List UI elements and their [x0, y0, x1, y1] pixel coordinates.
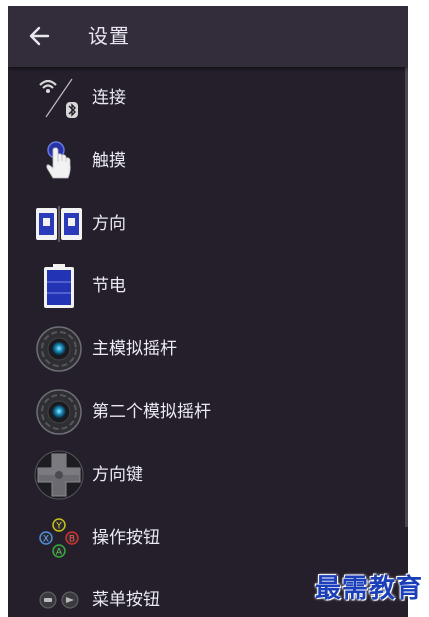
joystick-icon — [34, 324, 84, 374]
action-buttons-icon: Y X B A — [34, 513, 84, 563]
settings-item-dpad[interactable]: 方向键 — [8, 444, 408, 507]
settings-item-orientation[interactable]: 方向 — [8, 193, 408, 256]
arrow-left-icon — [29, 26, 50, 46]
battery-icon — [34, 261, 84, 311]
svg-text:Y: Y — [55, 521, 62, 531]
page-title: 设置 — [88, 24, 130, 48]
settings-screen: 设置 连接 触摸 方向 节电 主模拟摇杆 第二个模拟摇杆 方向键 Y X B A… — [8, 6, 408, 617]
touch-hand-icon — [34, 136, 84, 186]
svg-text:B: B — [69, 534, 75, 544]
settings-item-label: 主模拟摇杆 — [92, 339, 177, 360]
svg-text:X: X — [43, 534, 49, 544]
settings-item-label: 方向 — [92, 213, 126, 234]
scrollbar[interactable] — [405, 67, 408, 527]
settings-item-touch[interactable]: 触摸 — [8, 130, 408, 193]
orientation-icon — [34, 199, 84, 249]
settings-item-connection[interactable]: 连接 — [8, 67, 408, 130]
dpad-icon — [34, 450, 84, 500]
settings-item-label: 节电 — [92, 276, 126, 297]
settings-item-power-saving[interactable]: 节电 — [8, 255, 408, 318]
svg-text:A: A — [56, 547, 63, 557]
joystick-icon — [34, 387, 84, 437]
watermark: 最需教育 — [314, 574, 423, 604]
wifi-bluetooth-icon — [34, 73, 84, 123]
settings-item-second-joystick[interactable]: 第二个模拟摇杆 — [8, 381, 408, 444]
settings-item-label: 菜单按钮 — [92, 590, 160, 611]
settings-item-label: 第二个模拟摇杆 — [92, 401, 211, 422]
settings-item-label: 操作按钮 — [92, 527, 160, 548]
settings-item-label: 连接 — [92, 88, 126, 108]
settings-item-label: 方向键 — [92, 464, 143, 485]
settings-item-action-buttons[interactable]: Y X B A 操作按钮 — [8, 507, 408, 570]
settings-item-main-joystick[interactable]: 主模拟摇杆 — [8, 318, 408, 381]
menu-buttons-icon — [34, 575, 84, 617]
settings-item-label: 触摸 — [92, 150, 126, 171]
settings-list: 连接 触摸 方向 节电 主模拟摇杆 第二个模拟摇杆 方向键 Y X B A 操作… — [8, 67, 408, 617]
back-button[interactable] — [26, 22, 54, 50]
app-bar: 设置 — [8, 6, 408, 67]
